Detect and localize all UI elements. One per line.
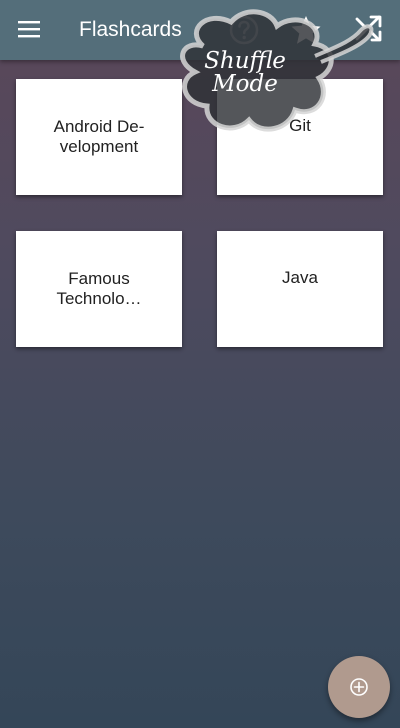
deck-card-java[interactable]: Java xyxy=(217,231,383,347)
hamburger-menu-icon xyxy=(18,21,40,38)
deck-card-famous-technologies[interactable]: Famous Technolo… xyxy=(16,231,182,347)
shuffle-mode-tooltip: Shuffle Mode xyxy=(165,8,385,143)
deck-card-android-development[interactable]: Android De- velopment xyxy=(16,79,182,195)
deck-card-label: Android De- velopment xyxy=(34,117,164,157)
tooltip-line-1: Shuffle xyxy=(204,48,286,74)
deck-card-label: Famous Technolo… xyxy=(44,269,154,309)
menu-button[interactable] xyxy=(18,18,42,42)
deck-card-label: Java xyxy=(235,268,365,288)
add-deck-fab[interactable] xyxy=(328,656,390,718)
add-circle-icon xyxy=(350,678,368,696)
deck-card-title: Java xyxy=(282,268,318,287)
tooltip-text: Shuffle Mode xyxy=(195,50,295,96)
deck-card-title: Famous Technolo… xyxy=(56,269,142,308)
tooltip-line-2: Mode xyxy=(212,71,278,97)
deck-card-title: Android De- velopment xyxy=(53,117,145,156)
